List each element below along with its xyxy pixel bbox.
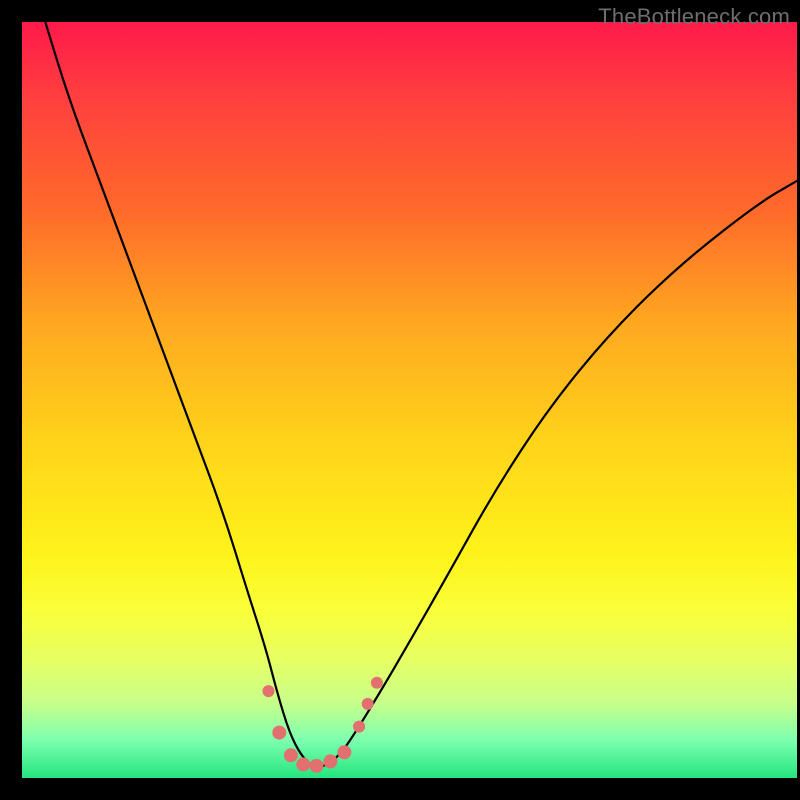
highlight-point <box>353 721 365 733</box>
plot-area <box>22 22 797 778</box>
highlight-point <box>371 677 383 689</box>
highlight-point <box>362 698 374 710</box>
highlight-point <box>272 726 286 740</box>
highlight-point <box>310 759 324 773</box>
curve-layer <box>22 22 797 778</box>
highlight-point <box>263 685 275 697</box>
watermark-text: TheBottleneck.com <box>598 4 790 30</box>
highlight-point <box>337 745 351 759</box>
highlight-markers <box>263 677 383 773</box>
highlight-point <box>323 754 337 768</box>
highlight-point <box>284 748 298 762</box>
bottleneck-curve <box>45 22 797 767</box>
highlight-point <box>296 757 310 771</box>
chart-frame: TheBottleneck.com <box>0 0 800 800</box>
